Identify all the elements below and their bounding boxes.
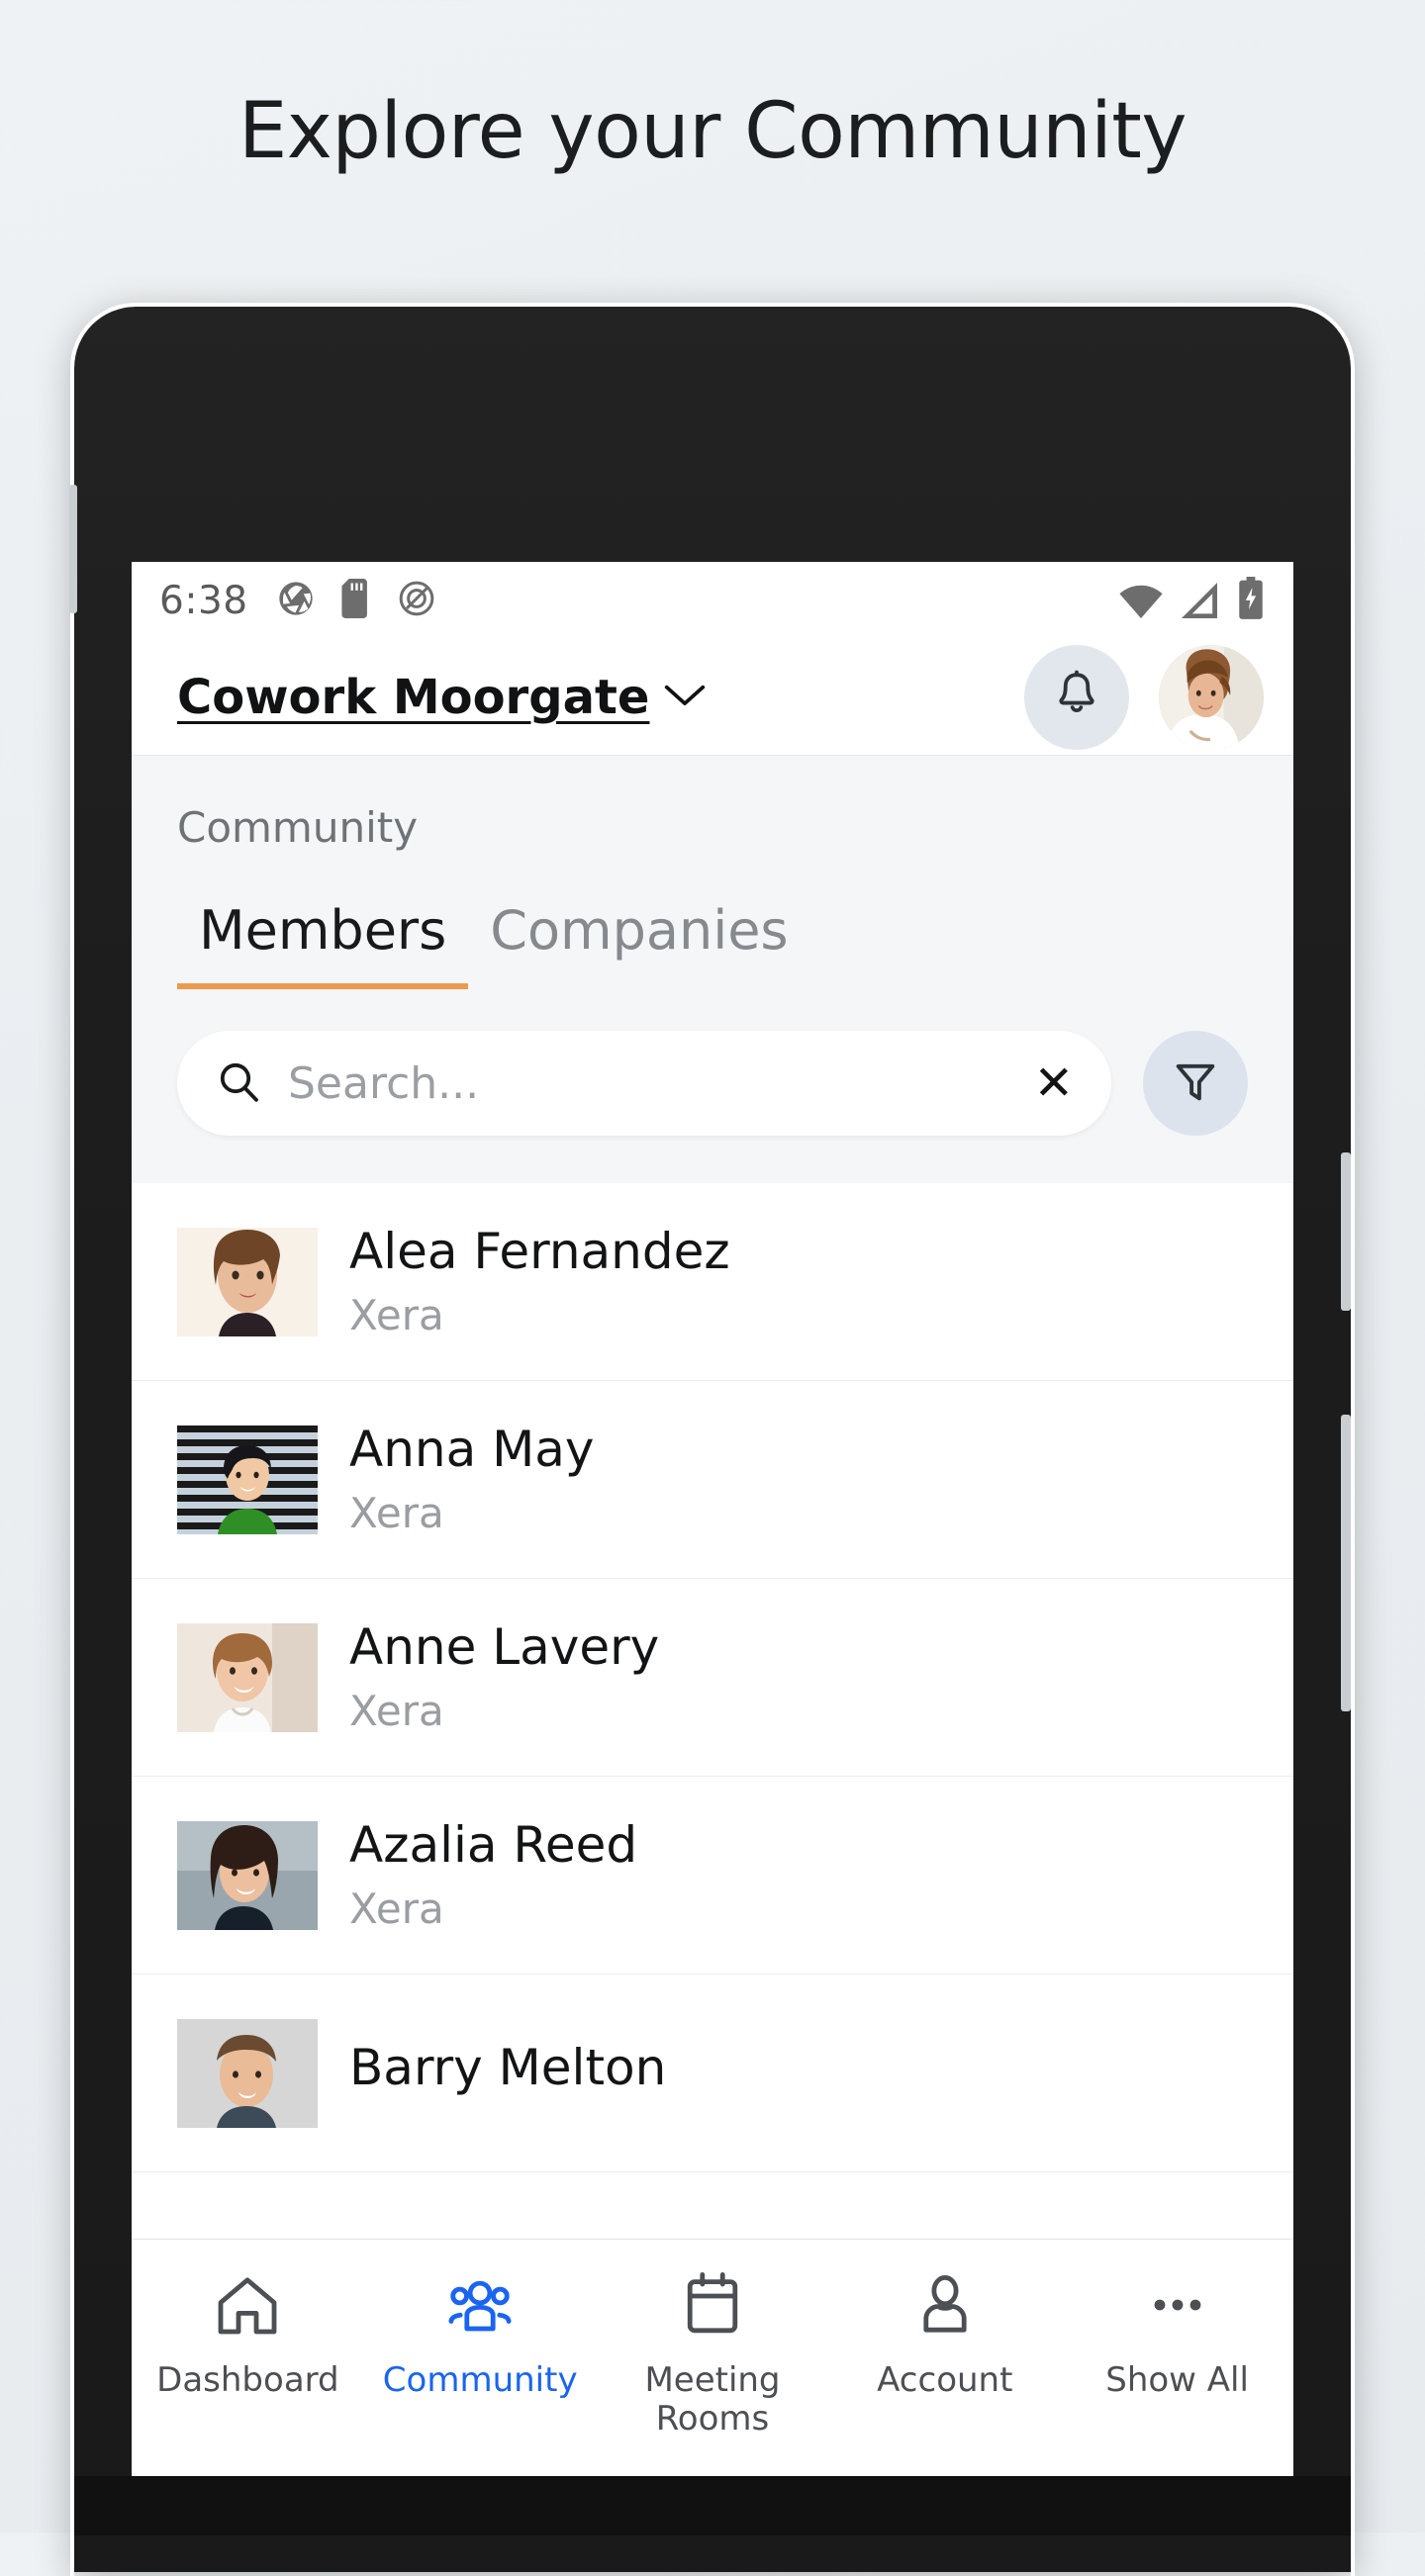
venue-selector[interactable]: Cowork Moorgate bbox=[177, 670, 707, 725]
target-app-icon bbox=[397, 579, 436, 623]
member-name: Azalia Reed bbox=[349, 1816, 638, 1875]
status-bar: 6:38 bbox=[132, 562, 1293, 639]
list-item[interactable]: Anne Lavery Xera bbox=[132, 1579, 1293, 1777]
app-header: Cowork Moorgate bbox=[132, 639, 1293, 756]
member-photo bbox=[177, 1820, 318, 1930]
search-icon bbox=[215, 1058, 262, 1110]
search-box[interactable]: ✕ bbox=[177, 1031, 1111, 1136]
nav-item-account[interactable]: Account bbox=[828, 2269, 1061, 2400]
phone-right-button-top bbox=[1341, 1152, 1351, 1311]
nav-label-dashboard: Dashboard bbox=[156, 2360, 339, 2400]
shutter-app-icon bbox=[276, 579, 316, 623]
nav-item-show-all[interactable]: Show All bbox=[1061, 2269, 1293, 2400]
members-list: Alea Fernandez Xera Anna May Xera Anne L… bbox=[132, 1183, 1293, 2172]
person-icon bbox=[909, 2269, 981, 2346]
member-info: Alea Fernandez Xera bbox=[349, 1224, 730, 1339]
community-tabs: Members Companies bbox=[132, 899, 1293, 989]
phone-bottom-bezel bbox=[74, 2476, 1351, 2535]
tab-companies[interactable]: Companies bbox=[468, 899, 809, 989]
bell-icon bbox=[1050, 668, 1103, 726]
member-name: Barry Melton bbox=[349, 2038, 667, 2096]
member-name: Anna May bbox=[349, 1421, 595, 1479]
member-info: Barry Melton bbox=[349, 2038, 667, 2107]
member-company: Xera bbox=[349, 1290, 444, 1339]
nav-item-meeting-rooms[interactable]: Meeting Rooms bbox=[597, 2269, 829, 2438]
member-photo bbox=[177, 1425, 318, 1534]
list-item[interactable]: Anna May Xera bbox=[132, 1381, 1293, 1579]
member-company: Xera bbox=[349, 1884, 444, 1933]
member-company: Xera bbox=[349, 1686, 444, 1735]
list-item[interactable]: Azalia Reed Xera bbox=[132, 1777, 1293, 1975]
ellipsis-icon bbox=[1142, 2269, 1213, 2346]
member-name: Alea Fernandez bbox=[349, 1223, 730, 1281]
status-bar-clock: 6:38 bbox=[159, 578, 248, 623]
nav-label-account: Account bbox=[877, 2360, 1013, 2400]
member-company: Xera bbox=[349, 1488, 444, 1537]
clear-search-icon[interactable]: ✕ bbox=[1034, 1059, 1074, 1107]
nav-label-show-all: Show All bbox=[1105, 2360, 1249, 2400]
user-avatar[interactable] bbox=[1159, 644, 1264, 750]
nav-label-community: Community bbox=[382, 2360, 578, 2400]
member-info: Azalia Reed Xera bbox=[349, 1817, 637, 1933]
list-item[interactable]: Barry Melton bbox=[132, 1975, 1293, 2172]
filter-funnel-icon bbox=[1170, 1056, 1221, 1112]
app-header-actions bbox=[1024, 644, 1264, 750]
search-input[interactable] bbox=[288, 1058, 1034, 1109]
nav-item-dashboard[interactable]: Dashboard bbox=[132, 2269, 364, 2400]
venue-name: Cowork Moorgate bbox=[177, 669, 650, 725]
tab-members[interactable]: Members bbox=[177, 899, 469, 989]
home-icon bbox=[212, 2269, 283, 2346]
list-item[interactable]: Alea Fernandez Xera bbox=[132, 1183, 1293, 1381]
calendar-icon bbox=[677, 2269, 748, 2346]
member-photo bbox=[177, 2018, 318, 2128]
search-row: ✕ bbox=[132, 989, 1293, 1183]
member-photo bbox=[177, 1622, 318, 1732]
battery-charging-icon bbox=[1238, 576, 1264, 625]
wifi-icon bbox=[1117, 581, 1165, 625]
cell-signal-icon bbox=[1181, 581, 1222, 625]
nav-item-community[interactable]: Community bbox=[364, 2269, 597, 2400]
section-label: Community bbox=[177, 803, 419, 852]
chevron-down-icon bbox=[663, 680, 707, 714]
status-bar-system-icons bbox=[1117, 576, 1264, 625]
phone-left-button bbox=[69, 485, 77, 613]
people-group-icon bbox=[444, 2269, 516, 2346]
bottom-navigation: Dashboard Community Meeting Rooms Accoun… bbox=[132, 2239, 1293, 2476]
page-title: Explore your Community bbox=[238, 87, 1188, 176]
sd-card-icon bbox=[339, 578, 373, 623]
member-name: Anne Lavery bbox=[349, 1618, 660, 1677]
community-section: Community Members Companies ✕ bbox=[132, 756, 1293, 1183]
member-info: Anne Lavery Xera bbox=[349, 1619, 659, 1735]
filter-button[interactable] bbox=[1143, 1031, 1248, 1136]
member-info: Anna May Xera bbox=[349, 1422, 595, 1537]
nav-label-meeting-rooms: Meeting Rooms bbox=[644, 2360, 781, 2439]
notifications-button[interactable] bbox=[1024, 644, 1129, 750]
member-photo bbox=[177, 1227, 318, 1336]
status-bar-notification-icons bbox=[276, 578, 436, 623]
phone-screen: 6:38 Cowork Moorgate Community Members C… bbox=[132, 562, 1293, 2476]
phone-right-button-bottom bbox=[1341, 1415, 1351, 1711]
